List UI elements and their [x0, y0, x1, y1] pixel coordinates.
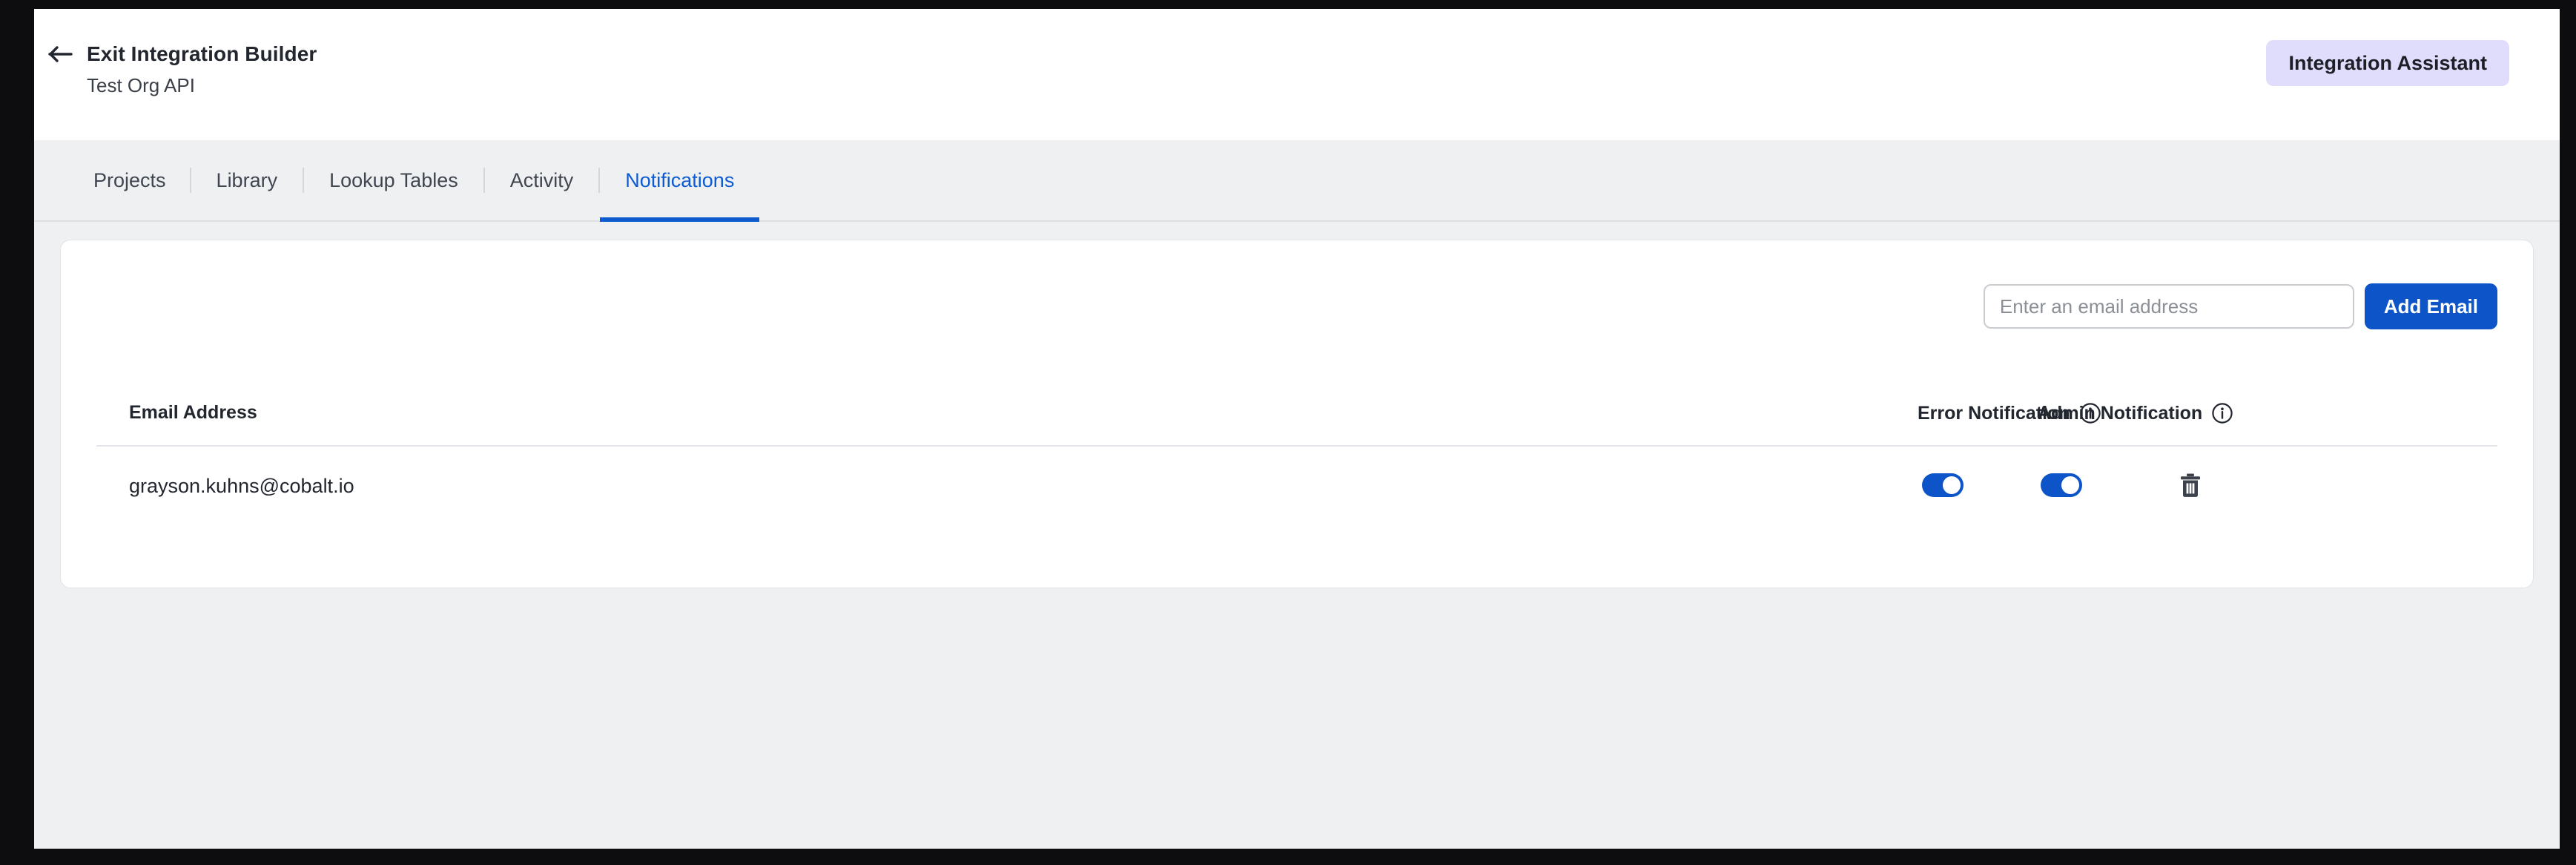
- column-header-email-address: Email Address: [129, 402, 257, 424]
- table-header-row: Email Address Error Notification Admin N…: [96, 393, 2497, 447]
- column-header-admin-notification: Admin Notification: [2038, 402, 2233, 424]
- exit-integration-builder-label: Exit Integration Builder: [87, 42, 317, 65]
- app-viewport: Exit Integration Builder Test Org API In…: [34, 9, 2560, 849]
- tab-projects[interactable]: Projects: [93, 139, 190, 221]
- exit-integration-builder-link[interactable]: Exit Integration Builder Test Org API: [44, 42, 317, 98]
- tab-lookup-tables[interactable]: Lookup Tables: [304, 139, 483, 221]
- main-content: Add Email Email Address Error Notificati…: [34, 222, 2560, 847]
- cell-email-address: grayson.kuhns@cobalt.io: [129, 475, 354, 497]
- add-email-controls: Add Email: [1983, 283, 2497, 329]
- notifications-card: Add Email Email Address Error Notificati…: [60, 240, 2534, 588]
- org-name-label: Test Org API: [87, 74, 195, 96]
- error-notification-toggle[interactable]: [1922, 473, 1964, 497]
- tab-notifications[interactable]: Notifications: [600, 139, 760, 223]
- delete-row-button[interactable]: [2174, 469, 2207, 501]
- column-header-label: Email Address: [129, 402, 257, 423]
- info-circle-icon[interactable]: [2211, 402, 2233, 424]
- tab-bar: Projects Library Lookup Tables Activity …: [34, 139, 2560, 223]
- trash-icon: [2178, 472, 2203, 499]
- admin-notification-toggle[interactable]: [2041, 473, 2082, 497]
- notifications-table: Email Address Error Notification Admin N…: [96, 393, 2497, 536]
- email-input[interactable]: [1983, 284, 2354, 329]
- tab-library[interactable]: Library: [191, 139, 303, 221]
- integration-assistant-button[interactable]: Integration Assistant: [2266, 40, 2509, 86]
- table-row: grayson.kuhns@cobalt.io: [96, 447, 2497, 536]
- app-header: Exit Integration Builder Test Org API In…: [34, 9, 2560, 140]
- add-email-button[interactable]: Add Email: [2364, 283, 2497, 329]
- arrow-left-icon[interactable]: [44, 42, 78, 67]
- tab-activity[interactable]: Activity: [485, 139, 599, 221]
- browser-frame: Exit Integration Builder Test Org API In…: [0, 0, 2576, 865]
- column-header-label: Admin Notification: [2038, 402, 2203, 424]
